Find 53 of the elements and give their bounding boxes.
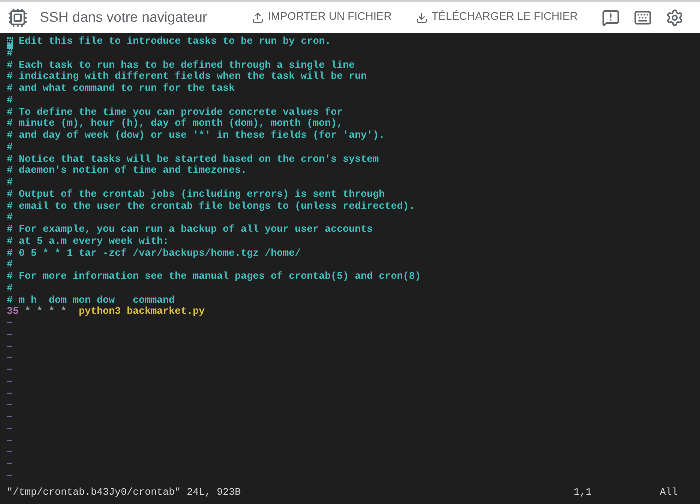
comment-text: # bbox=[7, 178, 14, 190]
window-title: SSH dans votre navigateur bbox=[40, 8, 208, 27]
comment-text: # Output of the crontab jobs (including errors) is sent through bbox=[7, 190, 386, 202]
comment-text: # 0 5 * * 1 tar -zcf /var/backups/home.tgz /home/ bbox=[7, 248, 302, 260]
comment-text: # email to the user the crontab file belongs to (unless redirected). bbox=[7, 202, 416, 213]
empty-line-marker: ~ bbox=[7, 319, 14, 331]
comment-text: Edit this file to introduce tasks to be run by cron. bbox=[18, 37, 332, 49]
empty-line-marker: ~ bbox=[7, 342, 14, 354]
comment-text: # bbox=[7, 213, 14, 225]
empty-line-marker: ~ bbox=[7, 413, 14, 425]
comment-text: # indicating with different fields when the task will be run bbox=[7, 72, 368, 84]
command-text: python3 backmarket.py bbox=[78, 307, 206, 319]
comment-text: # at 5 a.m every week with: bbox=[7, 236, 170, 248]
keyboard-icon bbox=[634, 8, 652, 26]
empty-line-marker: ~ bbox=[7, 354, 14, 366]
status-file-info: "/tmp/crontab.b43Jy0/crontab" 24L, 923B bbox=[7, 488, 242, 500]
comment-text: # daemon's notion of time and timezones. bbox=[7, 166, 248, 178]
comment-text: # bbox=[7, 284, 14, 296]
comment-text: # Notice that tasks will be started based on the cron's system bbox=[7, 154, 380, 166]
empty-line-marker: ~ bbox=[7, 448, 14, 460]
comment-text: # bbox=[7, 48, 14, 60]
empty-line-marker: ~ bbox=[7, 330, 14, 342]
empty-line-marker: ~ bbox=[7, 366, 14, 378]
comment-text: # bbox=[7, 142, 14, 154]
comment-text: # minute (m), hour (h), day of month (dom), month (mon), bbox=[7, 119, 344, 130]
comment-text: # bbox=[7, 260, 14, 272]
comment-text: # For example, you can run a backup of all your user accounts bbox=[7, 225, 374, 236]
comment-text: # and day of week (dow) or use '*' in these fields (for 'any'). bbox=[7, 131, 386, 143]
comment-text: # To define the time you can provide concrete values for bbox=[7, 108, 344, 118]
upload-icon bbox=[252, 12, 264, 24]
comment-text: # m h dom mon dow command bbox=[7, 296, 176, 306]
cursor: # bbox=[7, 37, 14, 49]
comment-text: # bbox=[7, 96, 14, 108]
upload-button[interactable]: IMPORTER UN FICHIER bbox=[252, 9, 392, 26]
scroll-position: All bbox=[660, 488, 680, 500]
settings-icon bbox=[666, 8, 684, 26]
empty-line-marker: ~ bbox=[7, 436, 14, 448]
download-button[interactable]: TÉLÉCHARGER LE FICHIER bbox=[416, 9, 578, 26]
empty-line-marker: ~ bbox=[7, 401, 14, 413]
comment-text: # Each task to run has to be defined through a single line bbox=[7, 60, 356, 72]
chip-icon bbox=[8, 8, 28, 28]
download-icon bbox=[416, 12, 428, 24]
empty-line-marker: ~ bbox=[7, 424, 14, 436]
comment-text: # and what command to run for the task bbox=[7, 84, 236, 96]
empty-line-marker: ~ bbox=[7, 378, 14, 390]
minute-text: 35 bbox=[7, 307, 20, 319]
empty-line-marker: ~ bbox=[7, 390, 14, 402]
empty-line-marker: ~ bbox=[7, 472, 14, 484]
schedule-text: * * * * bbox=[24, 307, 68, 319]
feedback-icon bbox=[602, 8, 620, 26]
comment-text: # For more information see the manual pages of crontab(5) and cron(8) bbox=[7, 272, 422, 284]
empty-line-marker: ~ bbox=[7, 460, 14, 472]
cursor-position: 1,1 bbox=[574, 488, 594, 500]
